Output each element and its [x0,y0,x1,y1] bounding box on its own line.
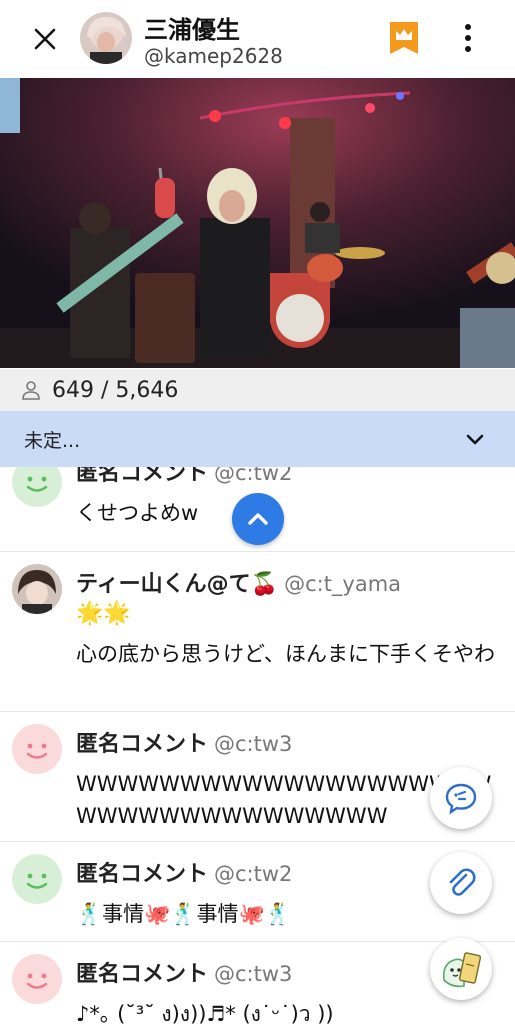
comment-author-name: ティー山くん@て🍒 [76,572,279,597]
crown-icon [390,22,418,54]
viewer-count-bar: 649 / 5,646 [0,369,515,411]
comment-text: くせつよめw [76,501,199,525]
gift-character-icon [442,952,482,988]
comment-handle: @c:tw2 [214,862,293,886]
viewer-count: 649 / 5,646 [52,377,179,403]
chevron-down-icon[interactable] [463,427,487,451]
more-vertical-icon [465,24,471,30]
anonymous-avatar[interactable] [12,854,62,904]
comment-text: 心の底から思うけど、ほんまに下手くそやわ [76,642,495,666]
comment-author[interactable]: 匿名コメント @c:tw3 [76,956,292,988]
comment-item: ティー山くん@て🍒 @c:t_yama 🌟🌟 心の底から思うけど、ほんまに下手くそ… [0,552,515,712]
stream-title-bar[interactable]: 未定... [0,411,515,467]
crown-button[interactable] [388,20,420,56]
broadcaster-avatar[interactable] [80,12,132,64]
anonymous-avatar[interactable] [12,954,62,1004]
comment-author-name: 匿名コメント [76,962,209,987]
stream-title: 未定... [24,429,81,452]
comment-handle: @c:tw3 [214,962,293,986]
scroll-to-top-button[interactable] [232,493,284,545]
comment-author-name: 匿名コメント [76,862,209,887]
more-options-button[interactable] [452,20,484,56]
broadcaster-name[interactable]: 三浦優生 [144,10,240,45]
comment-author[interactable]: 匿名コメント @c:tw3 [76,726,292,758]
broadcaster-handle: @kamep2628 [144,44,283,68]
comment-handle: @c:t_yama [284,572,402,596]
paperclip-icon [449,868,476,896]
live-video-player[interactable] [0,78,515,368]
comment-author[interactable]: ティー山くん@て🍒 @c:t_yama [76,566,401,598]
anonymous-avatar[interactable] [12,467,62,507]
chevron-up-icon [248,513,268,525]
gift-button[interactable] [430,938,492,1000]
comment-author-name: 匿名コメント [76,732,209,757]
comment-text: ♪*｡ (˘³˘ ง)ง))♬* (ง˙ᵕ˙)ว )) [76,1002,334,1024]
comment-author-name: 匿名コメント [76,467,209,486]
attach-button[interactable] [430,852,492,914]
user-avatar[interactable] [12,564,62,614]
header: 三浦優生 @kamep2628 [0,0,515,78]
comment-button[interactable] [430,767,492,829]
comment-handle: @c:tw2 [214,467,293,485]
anonymous-avatar[interactable] [12,724,62,774]
close-icon [34,28,56,50]
supporter-badges: 🌟🌟 [76,601,131,626]
comment-list[interactable]: 匿名コメント @c:tw2 くせつよめw ティー山くん@て🍒 @c:t_yama 🌟… [0,467,515,1024]
chat-bubble-icon [445,783,477,815]
close-button[interactable] [26,20,64,58]
comment-handle: @c:tw3 [214,732,293,756]
comment-author[interactable]: 匿名コメント @c:tw2 [76,467,292,487]
person-icon [22,381,40,400]
comment-author[interactable]: 匿名コメント @c:tw2 [76,856,292,888]
